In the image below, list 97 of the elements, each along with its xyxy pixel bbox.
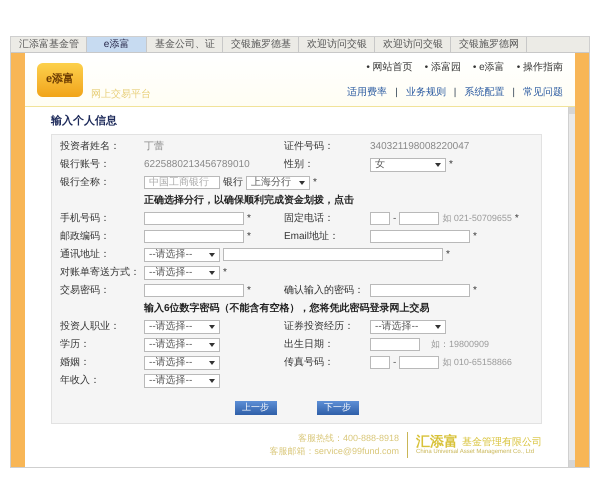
caret-icon bbox=[209, 324, 215, 328]
required-mark: * bbox=[514, 212, 519, 226]
header-link[interactable]: 系统配置 bbox=[464, 84, 504, 100]
required-mark: * bbox=[473, 284, 477, 298]
input-field[interactable] bbox=[144, 230, 244, 243]
required-mark: * bbox=[247, 212, 251, 226]
browser-tab[interactable]: 交银施罗德网 bbox=[451, 37, 527, 52]
format-hint: 如：19800909 bbox=[431, 338, 490, 351]
caret-icon bbox=[299, 180, 305, 184]
dropdown[interactable]: --请选择-- bbox=[144, 320, 220, 334]
caret-icon bbox=[209, 378, 215, 382]
logo: e添富 bbox=[37, 62, 83, 96]
dropdown[interactable]: --请选择-- bbox=[144, 338, 220, 352]
input-field[interactable] bbox=[370, 338, 420, 351]
caret-icon bbox=[435, 162, 441, 166]
field-label: 确认输入的密码： bbox=[284, 284, 365, 298]
field-label: 对账单寄送方式： bbox=[60, 266, 141, 280]
dash: - bbox=[393, 212, 396, 226]
required-mark: * bbox=[473, 230, 477, 244]
note-text: 输入6位数字密码（不能含有空格），您将凭此密码登录网上交易 bbox=[144, 301, 431, 316]
site-subtitle: 网上交易平台 bbox=[91, 88, 151, 102]
field-label: 传真号码： bbox=[284, 356, 335, 370]
nav-link[interactable]: • 操作指南 bbox=[516, 60, 563, 74]
dropdown[interactable]: --请选择-- bbox=[144, 356, 220, 370]
field-label: 邮政编码： bbox=[60, 230, 111, 244]
nav-link[interactable]: • 添富园 bbox=[424, 60, 461, 74]
field-label: 投资人职业： bbox=[60, 320, 121, 334]
input-field[interactable] bbox=[144, 284, 244, 297]
header-link[interactable]: 业务规则 bbox=[406, 84, 446, 100]
field-label: 婚姻： bbox=[60, 356, 91, 370]
field-label: 投资者姓名： bbox=[60, 140, 121, 154]
field-label: 证件号码： bbox=[284, 140, 335, 154]
header-link[interactable]: 常见问题 bbox=[523, 84, 563, 100]
dropdown[interactable]: 女 bbox=[370, 158, 446, 172]
dropdown[interactable]: --请选择-- bbox=[370, 320, 446, 334]
input-field[interactable] bbox=[399, 356, 440, 369]
field-label: 银行全称： bbox=[60, 176, 111, 190]
dropdown[interactable]: --请选择-- bbox=[144, 266, 220, 280]
field-value: 340321198008220047 bbox=[370, 140, 470, 154]
caret-icon bbox=[435, 324, 441, 328]
input-field[interactable] bbox=[370, 356, 390, 369]
separator: | bbox=[512, 86, 515, 100]
input-field[interactable] bbox=[399, 212, 440, 225]
email-text: 客服邮箱：service@99fund.com bbox=[269, 445, 399, 458]
format-hint: 如 010-65158866 bbox=[442, 356, 512, 369]
required-mark: * bbox=[313, 176, 317, 190]
required-mark: * bbox=[247, 230, 251, 244]
field-label: 证券投资经历： bbox=[284, 320, 355, 334]
field-label: 性别： bbox=[284, 158, 315, 172]
field-value: 丁蕾 bbox=[144, 140, 164, 154]
caret-icon bbox=[209, 252, 215, 256]
field-label: 出生日期： bbox=[284, 338, 335, 352]
field-label: 学历： bbox=[60, 338, 91, 352]
dropdown[interactable]: --请选择-- bbox=[144, 248, 220, 262]
field-value: 6225880213456789010 bbox=[144, 158, 250, 172]
input-field[interactable] bbox=[370, 212, 390, 225]
browser-tab[interactable]: 欢迎访问交银 bbox=[299, 37, 375, 52]
separator: | bbox=[454, 86, 456, 100]
scrollbar[interactable] bbox=[568, 107, 575, 466]
nav-link[interactable]: • 网站首页 bbox=[366, 60, 413, 74]
field-label: 年收入： bbox=[60, 374, 101, 388]
input-field[interactable] bbox=[370, 230, 470, 243]
note-text: 正确选择分行，以确保顺利完成资金划拨，点击 bbox=[144, 193, 355, 208]
input-field[interactable] bbox=[144, 212, 244, 225]
input-field[interactable] bbox=[370, 284, 470, 297]
required-mark: * bbox=[449, 158, 453, 172]
required-mark: * bbox=[446, 248, 450, 262]
browser-tab[interactable]: e添富 bbox=[87, 37, 147, 52]
required-mark: * bbox=[223, 266, 227, 280]
separator: | bbox=[395, 86, 398, 100]
field-label: 通讯地址： bbox=[60, 248, 111, 262]
header-link[interactable]: 适用费率 bbox=[347, 84, 388, 100]
browser-tab[interactable]: 交银施罗德基 bbox=[223, 37, 299, 52]
browser-tab[interactable]: 欢迎访问交银 bbox=[375, 37, 451, 52]
required-mark: * bbox=[247, 284, 251, 298]
field-label: Email地址： bbox=[284, 230, 340, 244]
caret-icon bbox=[209, 270, 215, 274]
company-name: 基金管理有限公司 bbox=[462, 438, 542, 448]
caret-icon bbox=[209, 360, 215, 364]
caret-icon bbox=[209, 342, 215, 346]
bank-label: 银行 bbox=[223, 176, 243, 190]
field-label: 手机号码： bbox=[60, 212, 111, 226]
step-button[interactable]: 上一步 bbox=[234, 400, 276, 414]
field-label: 交易密码： bbox=[60, 284, 111, 298]
dropdown[interactable]: 上海分行 bbox=[246, 176, 310, 190]
hotline-text: 客服热线：400-888-8918 bbox=[298, 432, 399, 444]
browser-tab[interactable]: 基金公司、证 bbox=[147, 37, 223, 52]
dropdown[interactable]: --请选择-- bbox=[144, 374, 220, 388]
step-button[interactable]: 下一步 bbox=[316, 400, 358, 414]
field-label: 固定电话： bbox=[284, 212, 335, 226]
nav-link[interactable]: • e添富 bbox=[472, 60, 505, 74]
format-hint: 如 021-50709655 bbox=[442, 212, 512, 225]
field-label: 银行账号： bbox=[60, 158, 111, 172]
company-logo: 汇添富 bbox=[416, 434, 458, 448]
input-field[interactable] bbox=[223, 248, 443, 261]
form-title: 输入个人信息 bbox=[51, 114, 118, 129]
dash: - bbox=[393, 356, 396, 370]
